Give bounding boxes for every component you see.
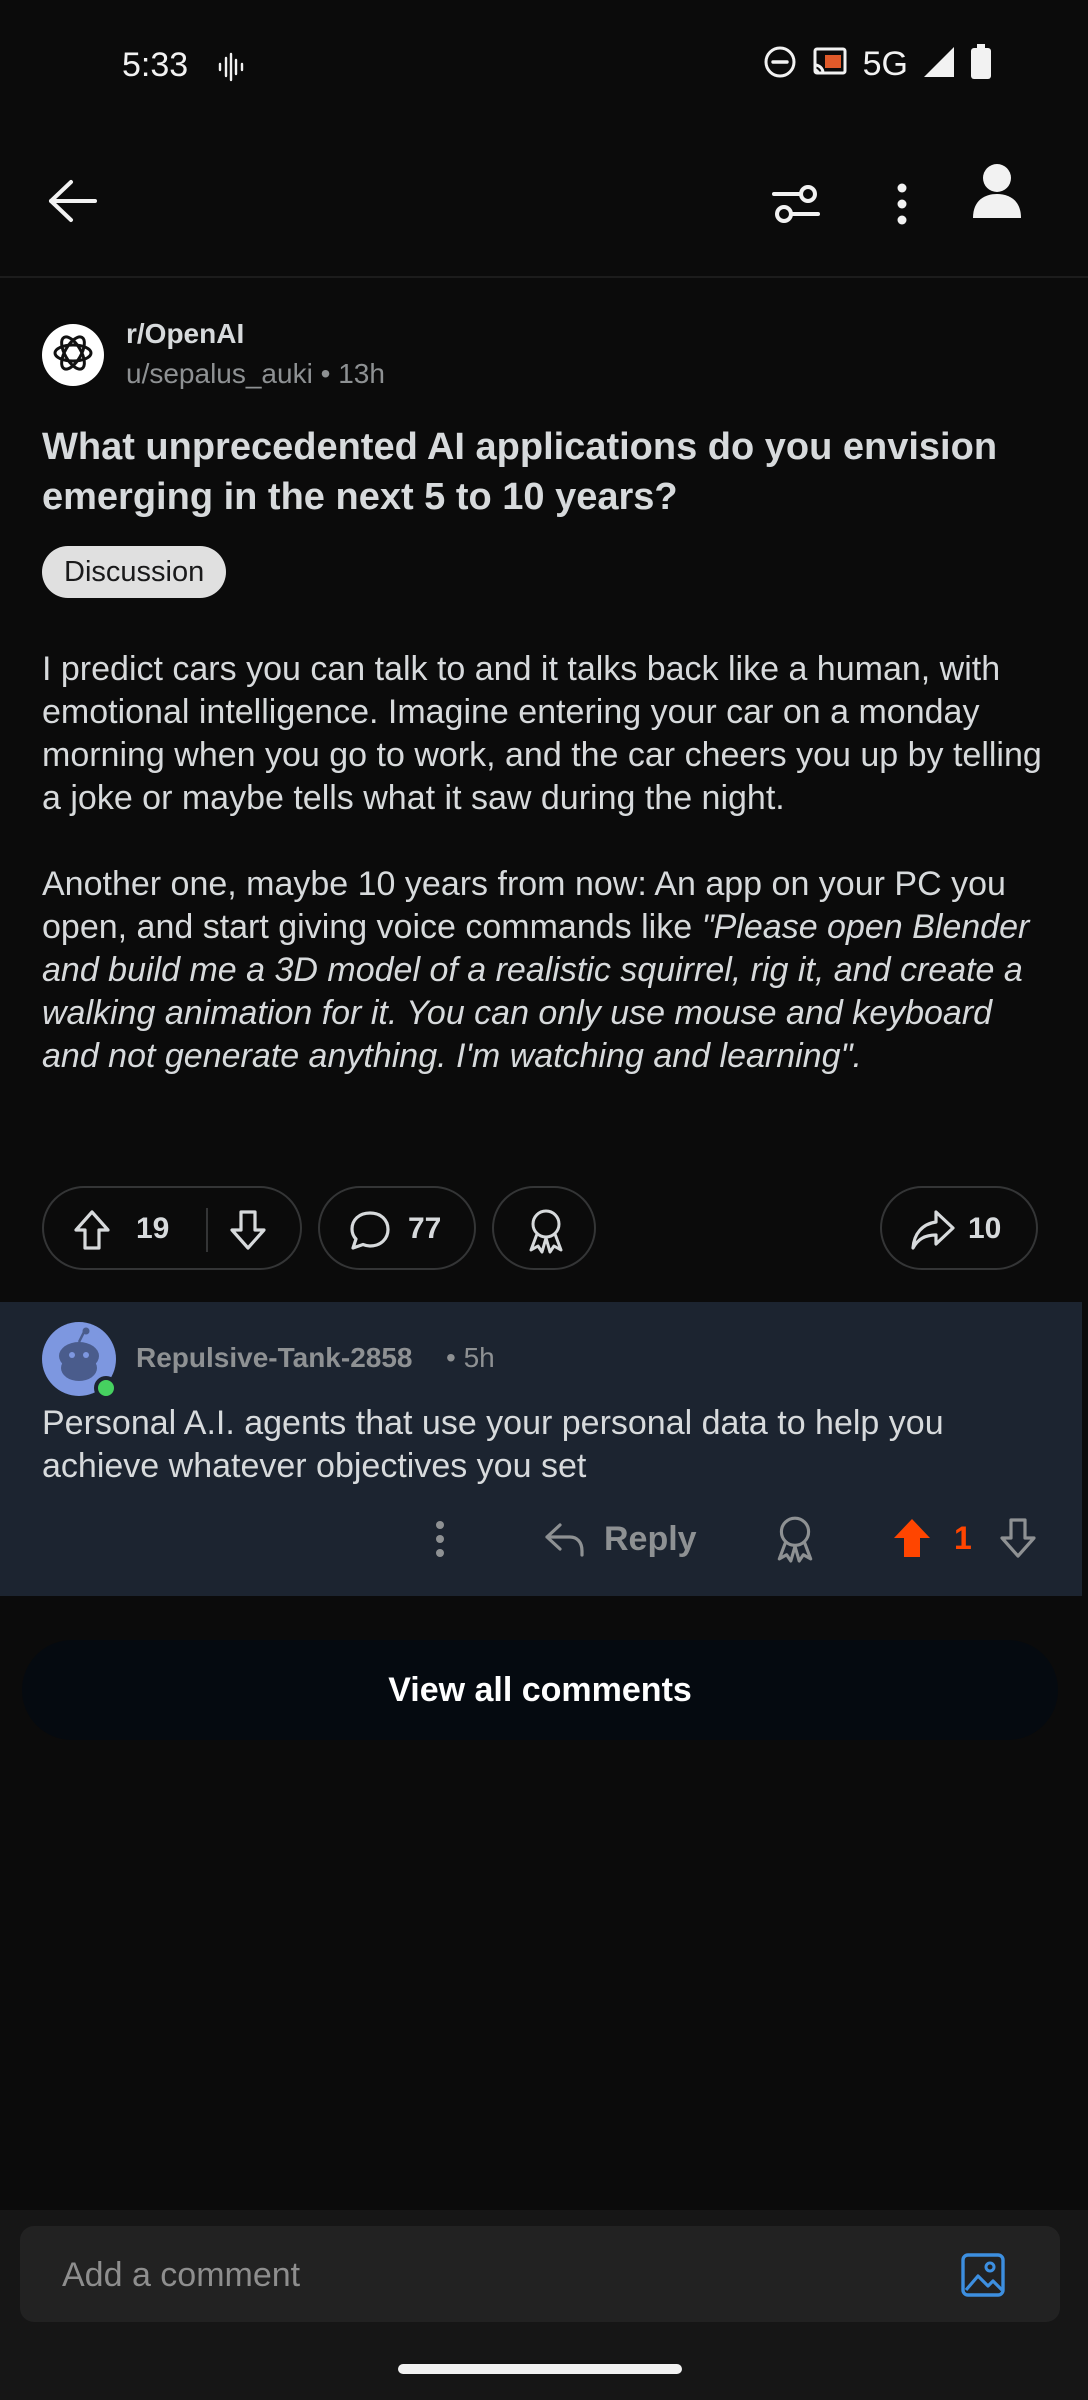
- status-bar: 5:33 5G: [0, 0, 1088, 130]
- post-author[interactable]: u/sepalus_auki: [126, 358, 313, 389]
- add-comment-placeholder: Add a comment: [62, 2256, 301, 2294]
- vote-divider: [206, 1208, 208, 1252]
- reply-label: Reply: [604, 1519, 697, 1558]
- status-time: 5:33: [122, 46, 189, 84]
- signal-icon: [922, 45, 956, 84]
- meta-separator: •: [320, 358, 339, 389]
- comment-downvote-button[interactable]: [996, 1516, 1040, 1560]
- upvote-arrow-icon: [74, 1210, 110, 1250]
- back-arrow-icon: [47, 178, 99, 229]
- comment-composer-bar: Add a comment: [0, 2210, 1088, 2400]
- image-upload-icon[interactable]: [960, 2252, 1006, 2298]
- more-vertical-icon: [436, 1521, 444, 1557]
- post-body-paragraph-1: I predict cars you can talk to and it ta…: [42, 650, 1042, 817]
- battery-icon: [970, 44, 992, 85]
- view-all-comments-button[interactable]: View all comments: [22, 1640, 1058, 1740]
- comment-author[interactable]: Repulsive-Tank-2858: [136, 1342, 413, 1374]
- post-body: I predict cars you can talk to and it ta…: [42, 648, 1052, 1121]
- home-indicator[interactable]: [398, 2364, 682, 2374]
- network-type: 5G: [862, 45, 908, 83]
- post-flair[interactable]: Discussion: [42, 546, 227, 598]
- reply-button[interactable]: Reply: [544, 1514, 697, 1564]
- openai-logo-icon: [50, 330, 96, 381]
- award-button[interactable]: [492, 1186, 596, 1270]
- comment-more-button[interactable]: [420, 1514, 460, 1564]
- comment-score: 1: [954, 1520, 972, 1556]
- post-age: 13h: [338, 358, 385, 389]
- user-avatar-icon: [971, 162, 1023, 223]
- post-title: What unprecedented AI applications do yo…: [42, 426, 998, 518]
- award-icon: [777, 1516, 813, 1563]
- subreddit-avatar[interactable]: [42, 324, 104, 386]
- post-meta: u/sepalus_auki • 13h: [126, 358, 385, 390]
- more-options-button[interactable]: [870, 172, 934, 240]
- add-comment-field[interactable]: Add a comment: [20, 2226, 1060, 2322]
- comment-bubble-icon: [348, 1208, 392, 1252]
- upvote-button[interactable]: [70, 1208, 114, 1252]
- comments-button[interactable]: 77: [318, 1186, 476, 1270]
- filter-icon: [770, 182, 822, 231]
- more-vertical-icon: [895, 182, 909, 231]
- comment-count: 77: [408, 1212, 442, 1245]
- comment-age: • 5h: [446, 1342, 495, 1373]
- downvote-button[interactable]: [226, 1208, 270, 1252]
- comment-text: Personal A.I. agents that use your perso…: [42, 1404, 944, 1485]
- award-icon: [524, 1206, 568, 1254]
- post: r/OpenAI u/sepalus_auki • 13h What unpre…: [0, 280, 1088, 1280]
- downvote-arrow-icon: [1000, 1518, 1036, 1558]
- vote-control: 19: [42, 1186, 302, 1270]
- share-button[interactable]: 10: [880, 1186, 1038, 1270]
- share-count: 10: [968, 1212, 1002, 1245]
- voice-wave-icon: [216, 52, 246, 82]
- profile-button[interactable]: [962, 152, 1032, 232]
- comment-award-button[interactable]: [772, 1512, 818, 1564]
- cast-icon: [811, 45, 849, 84]
- online-status-dot: [94, 1376, 118, 1400]
- upvote-arrow-filled-icon: [894, 1519, 930, 1557]
- do-not-disturb-icon: [763, 45, 797, 84]
- subreddit-name[interactable]: r/OpenAI: [126, 318, 244, 350]
- share-arrow-icon: [910, 1208, 956, 1252]
- reply-arrow-icon: [545, 1523, 584, 1557]
- back-button[interactable]: [40, 170, 106, 236]
- post-action-bar: 19 77 10: [42, 1186, 1042, 1270]
- comment-upvote-button[interactable]: [890, 1516, 934, 1560]
- downvote-arrow-icon: [230, 1210, 266, 1250]
- post-body-paragraph-2: Another one, maybe 10 years from now: An…: [42, 863, 1052, 1078]
- status-right-group: 5G: [763, 44, 992, 85]
- comment: Repulsive-Tank-2858 • 5h Personal A.I. a…: [0, 1302, 1082, 1596]
- post-score: 19: [136, 1212, 170, 1245]
- sort-filter-button[interactable]: [762, 172, 830, 240]
- top-app-bar: [0, 130, 1088, 278]
